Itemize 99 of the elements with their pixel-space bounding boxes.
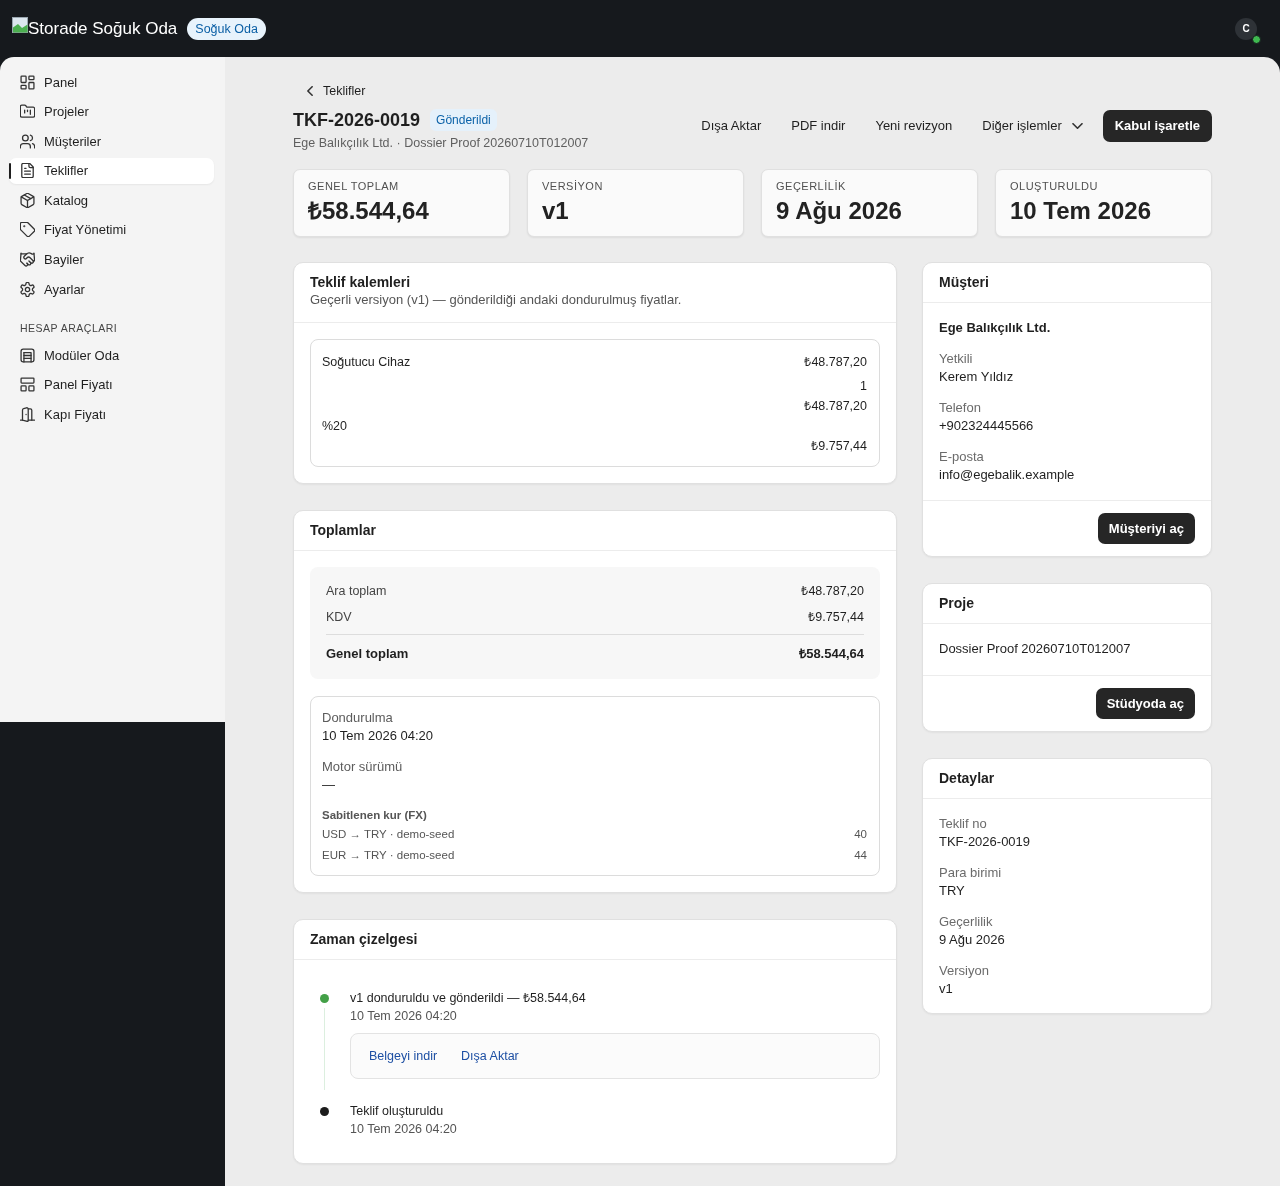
users-icon — [20, 133, 35, 149]
card-title: Detaylar — [939, 769, 996, 787]
nav-item[interactable]: Katalog — [9, 187, 214, 214]
workspace-badge: Soğuk Oda — [187, 17, 266, 40]
nav-item[interactable]: Bayiler — [9, 246, 214, 273]
quote-subtitle: Ege Balıkçılık Ltd. · Dossier Proof 20260710T012007 — [293, 135, 589, 151]
export-link[interactable]: Dışa Aktar — [461, 1046, 519, 1066]
field-value: +902324445566 — [939, 417, 1035, 435]
brand-link[interactable]: Storade Soğuk Oda — [12, 17, 178, 40]
event-text: v1 donduruldu ve gönderildi — ₺58.544,64 — [350, 990, 587, 1007]
field-value: Kerem Yıldız — [939, 368, 1015, 386]
export-button[interactable]: Dışa Aktar — [689, 110, 774, 142]
fx-pair: USD → TRY · demo-seed — [322, 827, 455, 842]
quantity: 1 — [860, 378, 867, 395]
handshake-icon — [20, 252, 35, 268]
vat-rate: %20 — [322, 418, 348, 435]
customer-name: Ege Balıkçılık Ltd. — [939, 319, 1052, 337]
field-value: v1 — [939, 980, 954, 998]
settings-icon — [20, 281, 35, 297]
field-value: 10 Tem 2026 04:20 — [322, 727, 435, 745]
nav-item[interactable]: Panel Fiyatı — [9, 371, 214, 398]
quote-title: TKF-2026-0019 — [293, 109, 421, 132]
field-label: Telefon — [939, 399, 982, 417]
image-icon — [12, 16, 28, 33]
item-name: Soğutucu Cihaz — [322, 354, 411, 371]
field-value: info@egebalik.example — [939, 466, 1076, 484]
chevron-left-icon — [307, 86, 313, 96]
unit-price: ₺48.787,20 — [804, 354, 867, 371]
mark-accepted-button[interactable]: Kabul işaretle — [1102, 110, 1212, 142]
total-label: KDV — [326, 609, 352, 626]
door-icon — [20, 406, 35, 422]
fx-pair: EUR → TRY · demo-seed — [322, 848, 455, 863]
nav-item[interactable]: Projeler — [9, 98, 214, 125]
field-label: Versiyon — [939, 962, 990, 980]
event-text: Teklif oluşturuldu — [350, 1103, 445, 1120]
event-time: 10 Tem 2026 04:20 — [350, 1121, 458, 1138]
stat-label: GEÇERLİLİK — [776, 179, 847, 193]
back-link[interactable]: Teklifler — [307, 82, 366, 100]
card-title: Toplamlar — [310, 521, 377, 539]
field-value: 9 Ağu 2026 — [939, 931, 1006, 949]
layout-icon — [20, 377, 35, 393]
field-label: Motor sürümü — [322, 758, 404, 776]
document-icon — [20, 163, 35, 179]
field-label: E-posta — [939, 448, 985, 466]
field-label: Geçerlilik — [939, 913, 994, 931]
nav-item[interactable]: Ayarlar — [9, 276, 214, 303]
total-value: ₺48.787,20 — [801, 583, 864, 600]
dashboard-icon — [20, 74, 35, 90]
nav-item[interactable]: Modüler Oda — [9, 342, 214, 369]
field-label: Teklif no — [939, 815, 988, 833]
package-icon — [20, 192, 35, 208]
card-title: Müşteri — [939, 273, 990, 291]
pdf-download-button[interactable]: PDF indir — [779, 110, 858, 142]
new-revision-button[interactable]: Yeni revizyon — [863, 110, 965, 142]
stat-label: VERSİYON — [542, 179, 604, 193]
more-actions-button[interactable]: Diğer işlemler — [970, 110, 1095, 142]
folder-icon — [20, 104, 35, 120]
section-heading: HESAP ARAÇLARI — [20, 321, 119, 336]
stat-value: ₺58.544,64 — [308, 196, 430, 226]
stat-value: 10 Tem 2026 — [1010, 196, 1152, 226]
card-subtitle: Geçerli versiyon (v1) — gönderildiği andaki dondurulmuş fiyatlar. — [310, 291, 683, 309]
event-time: 10 Tem 2026 04:20 — [350, 1008, 458, 1025]
stat-label: GENEL TOPLAM — [308, 179, 400, 193]
nav-item[interactable]: Müşteriler — [9, 128, 214, 155]
field-value: — — [322, 776, 336, 794]
field-label: Dondurulma — [322, 709, 394, 727]
line-total: ₺48.787,20 — [804, 398, 867, 415]
stat-value: v1 — [542, 196, 570, 226]
status-badge: Gönderildi — [430, 109, 497, 131]
field-value: TRY — [939, 882, 966, 900]
field-label: Para birimi — [939, 864, 1003, 882]
stat-value: 9 Ağu 2026 — [776, 196, 903, 226]
total-label: Ara toplam — [326, 583, 387, 600]
chevron-down-icon — [1071, 123, 1083, 129]
container-icon — [20, 347, 35, 363]
card-title: Zaman çizelgesi — [310, 930, 419, 948]
card-title: Proje — [939, 594, 975, 612]
active-indicator — [9, 162, 11, 179]
total-value: ₺58.544,64 — [799, 645, 864, 663]
open-studio-button[interactable]: Stüdyoda aç — [1095, 688, 1195, 719]
project-name: Dossier Proof 20260710T012007 — [939, 640, 1132, 658]
nav-item[interactable]: Fiyat Yönetimi — [9, 216, 214, 243]
field-value: TKF-2026-0019 — [939, 833, 1032, 851]
vat-amount: ₺9.757,44 — [811, 438, 867, 455]
card-title: Teklif kalemleri — [310, 273, 412, 291]
stat-label: OLUŞTURULDU — [1010, 179, 1099, 193]
open-customer-button[interactable]: Müşteriyi aç — [1097, 513, 1195, 544]
total-value: ₺9.757,44 — [808, 609, 864, 626]
user-avatar[interactable]: C — [1235, 17, 1257, 40]
fx-rate: 40 — [854, 827, 867, 842]
fx-rate: 44 — [854, 848, 867, 863]
fx-title: Sabitlenen kur (FX) — [322, 808, 428, 823]
field-label: Yetkili — [939, 350, 974, 368]
download-document-link[interactable]: Belgeyi indir — [369, 1046, 438, 1066]
total-label: Genel toplam — [326, 645, 409, 663]
nav-item[interactable]: Panel — [9, 69, 214, 95]
tag-icon — [20, 222, 35, 238]
nav-item[interactable]: Kapı Fiyatı — [9, 401, 214, 428]
nav-item[interactable]: Teklifler — [9, 157, 214, 184]
